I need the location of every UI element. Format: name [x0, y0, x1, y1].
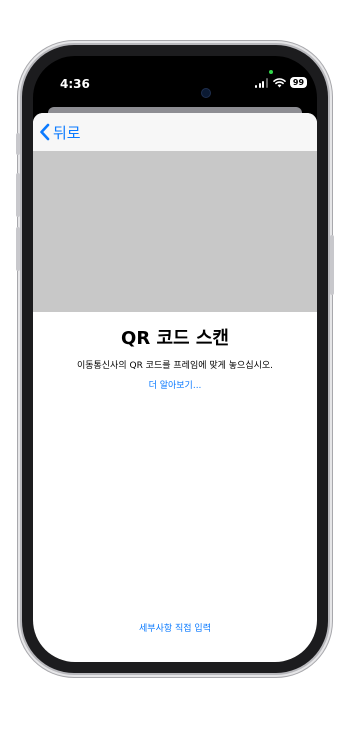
instruction-text: 이동통신사의 QR 코드를 프레임에 맞게 놓으십시오.	[76, 361, 274, 371]
wifi-icon	[273, 78, 286, 88]
camera-in-use-indicator-icon	[269, 70, 273, 74]
dynamic-island	[145, 70, 207, 90]
back-label: 뒤로	[53, 123, 81, 142]
power-button	[330, 235, 334, 295]
learn-more-link[interactable]: 더 알아보기...	[33, 378, 317, 391]
battery-icon: 99	[290, 77, 307, 88]
phone-frame: 4:36 99 뒤로 QR 코드 스캔 이동통신사의 QR 코드를 프레임에 맞…	[16, 45, 334, 673]
navigation-bar: 뒤로	[33, 113, 317, 151]
camera-viewfinder	[33, 151, 317, 312]
chevron-left-icon	[40, 123, 50, 141]
front-camera-icon	[201, 88, 211, 98]
status-bar: 4:36 99	[33, 56, 317, 102]
phone-screen: 4:36 99 뒤로 QR 코드 스캔 이동통신사의 QR 코드를 프레임에 맞…	[33, 56, 317, 662]
volume-up-button	[16, 173, 20, 217]
action-button	[16, 133, 20, 155]
status-time: 4:36	[60, 77, 90, 91]
page-title: QR 코드 스캔	[121, 328, 229, 349]
cellular-signal-icon	[255, 78, 269, 88]
back-button[interactable]: 뒤로	[39, 119, 81, 145]
manual-entry-link[interactable]: 세부사항 직접 입력	[33, 621, 317, 634]
volume-down-button	[16, 227, 20, 271]
qr-scan-sheet: 뒤로 QR 코드 스캔 이동통신사의 QR 코드를 프레임에 맞게 놓으십시오.…	[33, 113, 317, 662]
